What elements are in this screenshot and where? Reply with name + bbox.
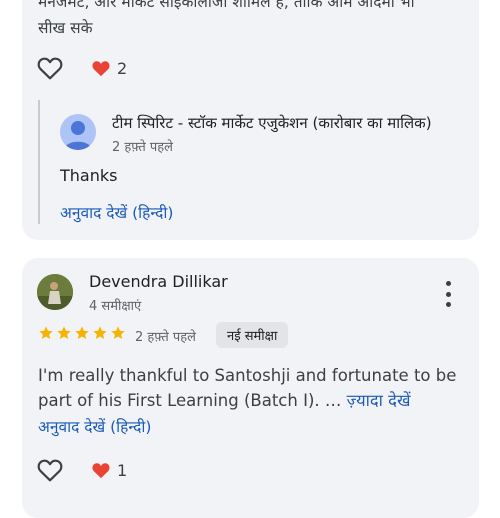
reply-translate-link[interactable]: अनुवाद देखें (हिन्दी) [60, 201, 173, 223]
review-text: सीख सके [38, 19, 93, 37]
owner-avatar [60, 114, 96, 150]
reply-time: 2 हफ़्ते पहले [112, 140, 173, 155]
heart-outline-icon [37, 459, 63, 482]
review-actions: 1 [37, 458, 127, 482]
review-actions: 2 [37, 56, 127, 80]
heart-reaction-icon [91, 461, 111, 479]
star-icon [57, 326, 71, 339]
new-review-badge: नई समीक्षा [216, 322, 289, 348]
more-options-icon[interactable] [444, 281, 452, 307]
review-body: I'm really thankful to Santoshji and for… [38, 363, 458, 413]
reply-divider [38, 100, 40, 224]
like-button[interactable] [37, 458, 63, 482]
avatar-photo [37, 274, 73, 310]
star-icon [111, 326, 125, 339]
read-more-link[interactable]: ज़्यादा देखें [347, 391, 411, 410]
star-icon [39, 326, 53, 339]
like-count: 1 [117, 460, 128, 480]
review-time: 2 हफ़्ते पहले [135, 330, 196, 345]
avatar[interactable] [37, 274, 73, 310]
owner-name: टीम स्पिरिट - स्टॉक मार्केट एजुकेशन (कार… [112, 114, 432, 132]
like-count: 2 [117, 58, 128, 78]
reviewer-review-count: 4 समीक्षाएं [89, 299, 142, 314]
star-icon [93, 326, 107, 339]
heart-outline-icon [37, 57, 63, 80]
review-text-truncated: मैनेजमेंट, और मार्केट साइकोलॉजी शामिल है… [38, 0, 415, 11]
review-translate-link[interactable]: अनुवाद देखें (हिन्दी) [38, 415, 151, 437]
person-icon [64, 121, 92, 150]
star-rating [38, 325, 126, 341]
star-icon [75, 326, 89, 339]
reply-text: Thanks [60, 166, 118, 185]
like-button[interactable] [37, 56, 63, 80]
heart-reaction-icon [91, 59, 111, 77]
reviewer-name[interactable]: Devendra Dillikar [89, 272, 228, 291]
